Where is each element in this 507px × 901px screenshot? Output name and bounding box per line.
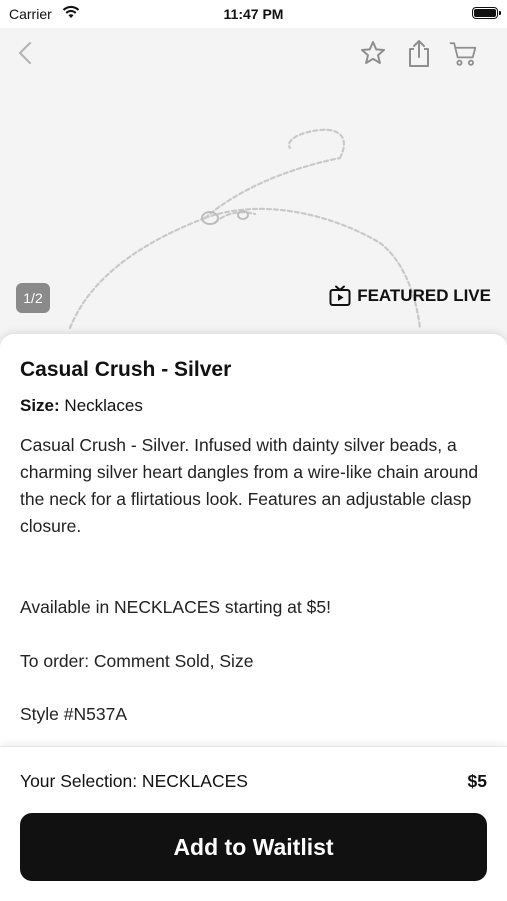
add-to-waitlist-button[interactable]: Add to Waitlist	[20, 813, 487, 881]
cart-icon	[449, 42, 477, 66]
product-details-sheet: Casual Crush - Silver Size: Necklaces Ca…	[0, 334, 507, 754]
availability-text: Available in NECKLACES starting at $5!	[20, 597, 331, 617]
favorite-button[interactable]	[358, 38, 388, 68]
star-icon	[361, 41, 385, 64]
battery-icon	[472, 7, 501, 19]
size-label: Size:	[20, 396, 60, 415]
featured-live-badge[interactable]: FEATURED LIVE	[329, 281, 491, 311]
back-button[interactable]	[10, 38, 40, 68]
selection-summary: Your Selection: NECKLACES	[20, 771, 248, 791]
image-counter-badge: 1/2	[16, 283, 50, 313]
status-bar: Carrier 11:47 PM	[0, 0, 507, 28]
size-value: Necklaces	[64, 396, 143, 415]
price-label: $5	[467, 771, 487, 791]
product-description: Casual Crush - Silver. Infused with dain…	[20, 435, 479, 536]
tv-play-icon	[329, 285, 351, 306]
share-icon	[409, 40, 429, 67]
featured-live-label: FEATURED LIVE	[357, 286, 491, 305]
chevron-left-icon	[18, 41, 32, 65]
product-size: Size: Necklaces	[20, 396, 143, 416]
share-button[interactable]	[404, 38, 434, 68]
bottom-action-bar: Your Selection: NECKLACES $5 Add to Wait…	[0, 746, 507, 901]
product-title: Casual Crush - Silver	[20, 358, 232, 381]
cart-button[interactable]	[448, 38, 478, 68]
order-instructions: To order: Comment Sold, Size	[20, 651, 254, 671]
status-time: 11:47 PM	[223, 6, 284, 22]
style-number: Style #N537A	[20, 704, 128, 724]
